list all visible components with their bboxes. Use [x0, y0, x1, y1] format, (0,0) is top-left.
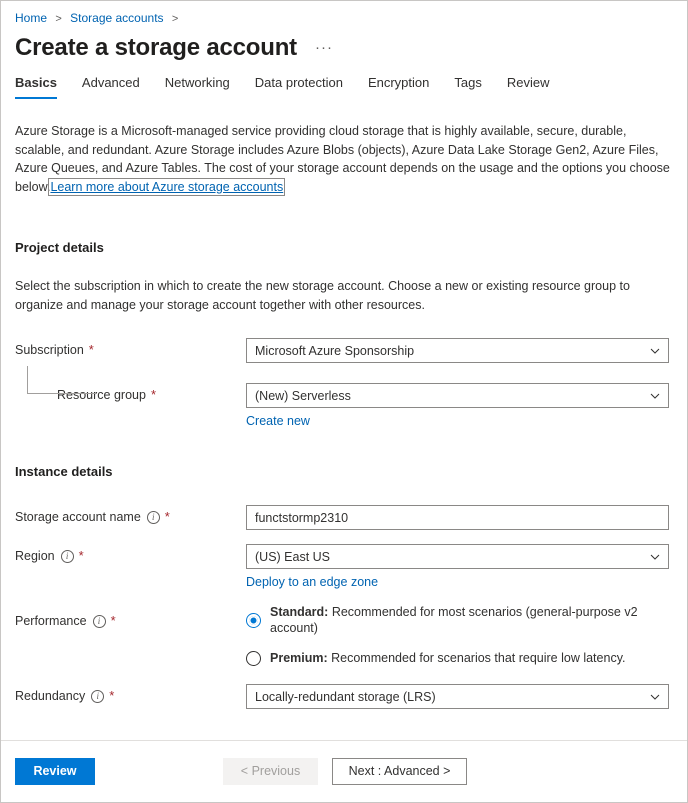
- redundancy-required-asterisk: *: [109, 691, 114, 701]
- tab-advanced[interactable]: Advanced: [82, 74, 140, 99]
- more-options-icon[interactable]: ···: [315, 41, 333, 55]
- storage-account-name-label-col: Storage account name i *: [15, 505, 246, 525]
- subscription-label: Subscription: [15, 342, 84, 358]
- subscription-value: Microsoft Azure Sponsorship: [255, 344, 644, 358]
- info-icon[interactable]: i: [93, 615, 106, 628]
- intro-paragraph: Azure Storage is a Microsoft-managed ser…: [15, 122, 673, 196]
- performance-label-col: Performance i *: [15, 609, 246, 629]
- project-details-description: Select the subscription in which to crea…: [15, 277, 673, 314]
- breadcrumb-separator-2: >: [172, 13, 178, 25]
- review-button[interactable]: Review: [15, 758, 95, 785]
- field-resource-group: Resource group * (New) Serverless Create…: [15, 383, 673, 430]
- radio-performance-standard-label: Standard: Recommended for most scenarios…: [270, 604, 673, 636]
- field-subscription: Subscription * Microsoft Azure Sponsorsh…: [15, 338, 673, 363]
- deploy-edge-zone-link[interactable]: Deploy to an edge zone: [246, 575, 378, 589]
- performance-control-col: Standard: Recommended for most scenarios…: [246, 609, 673, 669]
- create-new-resource-group-link[interactable]: Create new: [246, 414, 310, 428]
- page-title: Create a storage account: [15, 33, 297, 63]
- chevron-down-icon: [650, 692, 660, 702]
- region-required-asterisk: *: [79, 551, 84, 561]
- next-advanced-button[interactable]: Next : Advanced >: [332, 758, 467, 785]
- breadcrumb-item-home[interactable]: Home: [15, 11, 47, 25]
- info-icon[interactable]: i: [147, 511, 160, 524]
- tab-encryption[interactable]: Encryption: [368, 74, 429, 99]
- subscription-label-col: Subscription *: [15, 338, 246, 358]
- region-value: (US) East US: [255, 550, 644, 564]
- redundancy-control-col: Locally-redundant storage (LRS): [246, 684, 673, 709]
- field-region: Region i * (US) East US Deploy to an edg…: [15, 544, 673, 591]
- storage-account-name-input[interactable]: functstormp2310: [246, 505, 669, 530]
- tab-review[interactable]: Review: [507, 74, 550, 99]
- storage-account-name-control-col: functstormp2310: [246, 505, 673, 530]
- radio-performance-premium-name: Premium:: [270, 651, 328, 665]
- info-icon[interactable]: i: [91, 690, 104, 703]
- footer-action-bar: Review < Previous Next : Advanced >: [1, 741, 687, 802]
- tab-tags[interactable]: Tags: [454, 74, 481, 99]
- resource-group-required-asterisk: *: [151, 390, 156, 400]
- radio-performance-standard[interactable]: Standard: Recommended for most scenarios…: [246, 609, 673, 631]
- info-icon[interactable]: i: [61, 550, 74, 563]
- breadcrumb-separator-1: >: [55, 13, 61, 25]
- title-row: Create a storage account ···: [1, 27, 687, 63]
- radio-performance-premium[interactable]: Premium: Recommended for scenarios that …: [246, 647, 673, 669]
- tab-bar: Basics Advanced Networking Data protecti…: [1, 63, 687, 99]
- subscription-required-asterisk: *: [89, 345, 94, 355]
- subscription-dropdown[interactable]: Microsoft Azure Sponsorship: [246, 338, 669, 363]
- redundancy-value: Locally-redundant storage (LRS): [255, 690, 644, 704]
- resource-group-label: Resource group: [57, 387, 146, 403]
- project-details-heading: Project details: [15, 240, 673, 255]
- subscription-control-col: Microsoft Azure Sponsorship: [246, 338, 673, 363]
- tab-data-protection[interactable]: Data protection: [255, 74, 343, 99]
- performance-label: Performance: [15, 613, 87, 629]
- learn-more-link[interactable]: Learn more about Azure storage accounts: [50, 180, 283, 194]
- instance-details-heading: Instance details: [15, 464, 673, 479]
- performance-required-asterisk: *: [111, 616, 116, 626]
- resource-group-label-col: Resource group *: [15, 383, 246, 403]
- region-control-col: (US) East US Deploy to an edge zone: [246, 544, 673, 591]
- radio-unselected-icon: [246, 651, 261, 666]
- redundancy-dropdown[interactable]: Locally-redundant storage (LRS): [246, 684, 669, 709]
- resource-group-value: (New) Serverless: [255, 389, 644, 403]
- radio-performance-premium-label: Premium: Recommended for scenarios that …: [270, 650, 625, 666]
- field-performance: Performance i * Standard: Recommended fo…: [15, 609, 673, 669]
- chevron-down-icon: [650, 391, 660, 401]
- storage-account-name-label: Storage account name: [15, 509, 141, 525]
- breadcrumb-item-storage-accounts[interactable]: Storage accounts: [70, 11, 163, 25]
- redundancy-label-col: Redundancy i *: [15, 684, 246, 704]
- region-dropdown[interactable]: (US) East US: [246, 544, 669, 569]
- create-storage-account-blade: Home > Storage accounts > Create a stora…: [0, 0, 688, 803]
- previous-button: < Previous: [223, 758, 318, 785]
- region-label: Region: [15, 548, 55, 564]
- field-storage-account-name: Storage account name i * functstormp2310: [15, 505, 673, 530]
- region-label-col: Region i *: [15, 544, 246, 564]
- breadcrumb: Home > Storage accounts >: [1, 1, 687, 27]
- form-content: Azure Storage is a Microsoft-managed ser…: [1, 99, 687, 740]
- tab-basics[interactable]: Basics: [15, 74, 57, 99]
- chevron-down-icon: [650, 346, 660, 356]
- storage-account-name-required-asterisk: *: [165, 512, 170, 522]
- storage-account-name-value: functstormp2310: [255, 511, 660, 525]
- tab-networking[interactable]: Networking: [165, 74, 230, 99]
- radio-selected-icon: [246, 613, 261, 628]
- redundancy-label: Redundancy: [15, 688, 85, 704]
- chevron-down-icon: [650, 552, 660, 562]
- radio-performance-standard-name: Standard:: [270, 605, 328, 619]
- radio-performance-premium-desc: Recommended for scenarios that require l…: [328, 651, 626, 665]
- resource-group-control-col: (New) Serverless Create new: [246, 383, 673, 430]
- field-redundancy: Redundancy i * Locally-redundant storage…: [15, 684, 673, 709]
- resource-group-dropdown[interactable]: (New) Serverless: [246, 383, 669, 408]
